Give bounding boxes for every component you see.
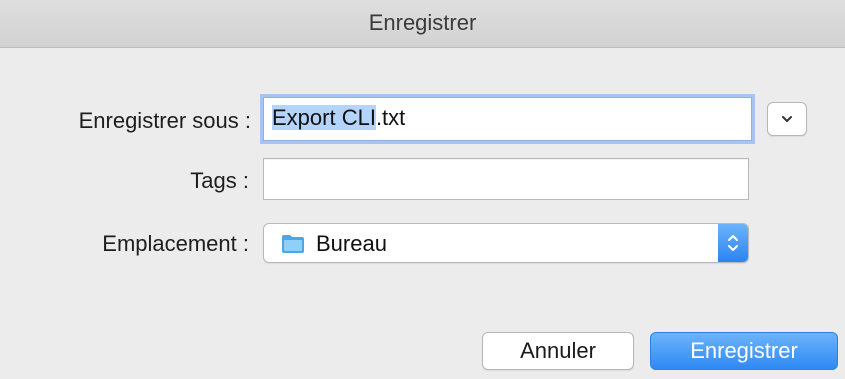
- save-as-input[interactable]: Export CLI.txt: [263, 97, 752, 141]
- save-as-value: Export CLI.txt: [272, 105, 405, 131]
- folder-icon: [282, 235, 304, 253]
- tags-input[interactable]: [263, 158, 749, 200]
- tags-label: Tags :: [190, 168, 249, 193]
- cancel-button[interactable]: Annuler: [482, 332, 634, 370]
- chevron-down-icon: [782, 116, 792, 122]
- up-down-arrows-icon: [728, 235, 738, 251]
- location-label: Emplacement :: [102, 231, 249, 256]
- dialog-title: Enregistrer: [368, 10, 477, 35]
- save-as-selected-text: Export CLI: [272, 105, 376, 130]
- save-as-label: Enregistrer sous :: [78, 108, 251, 133]
- location-value: Bureau: [316, 231, 387, 256]
- save-dialog: { "window": { "title": "Enregistrer" }, …: [0, 0, 845, 379]
- location-select[interactable]: Bureau: [263, 223, 749, 263]
- save-button[interactable]: Enregistrer: [650, 332, 838, 370]
- location-stepper[interactable]: [718, 224, 748, 262]
- expand-dialog-button[interactable]: [767, 102, 807, 136]
- save-as-extension: .txt: [375, 105, 406, 130]
- dialog-titlebar: Enregistrer: [0, 0, 845, 48]
